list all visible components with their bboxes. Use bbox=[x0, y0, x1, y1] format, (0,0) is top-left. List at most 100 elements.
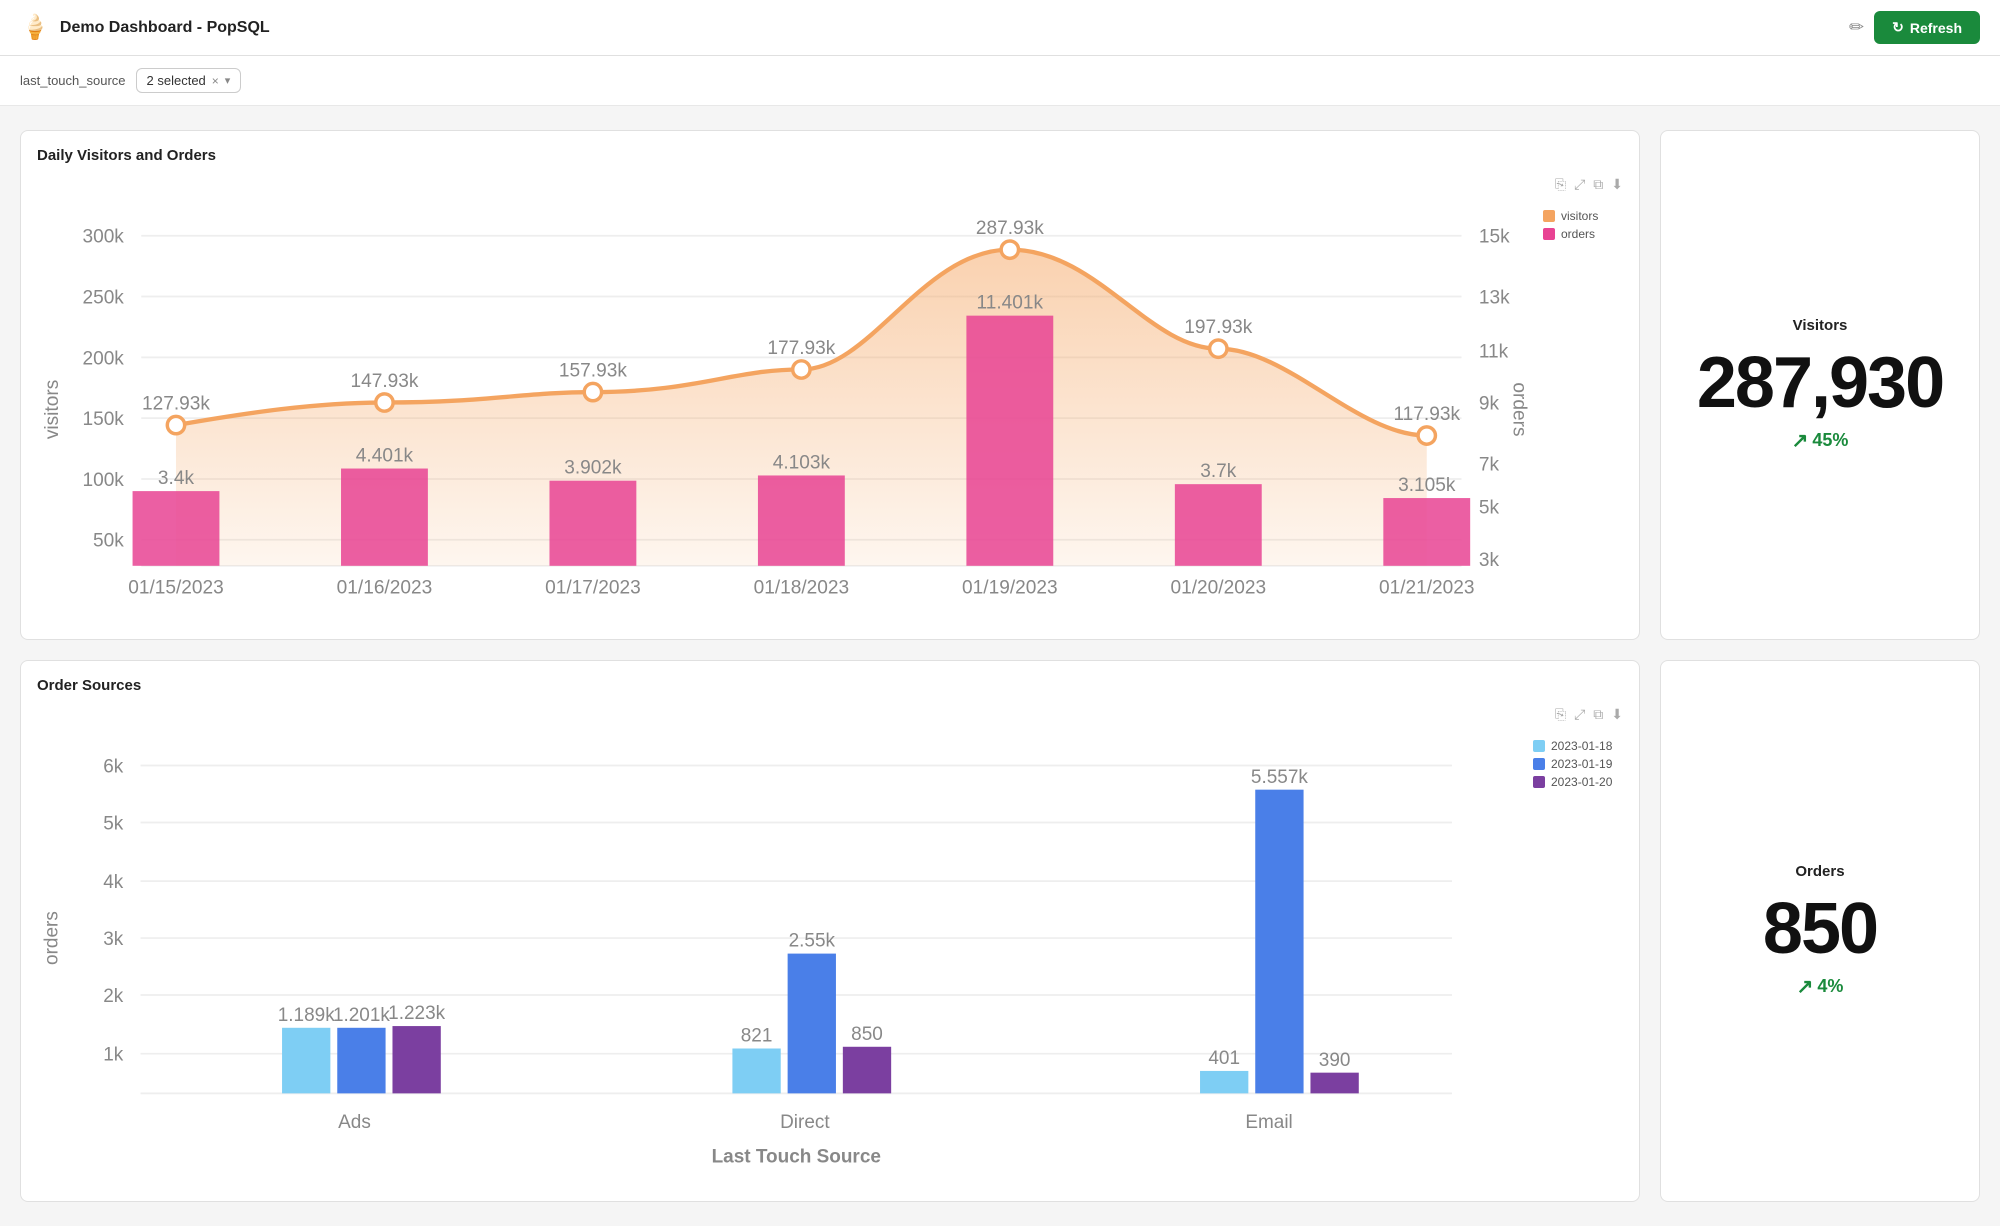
orders-change-value: 4% bbox=[1817, 976, 1843, 997]
refresh-label: Refresh bbox=[1910, 20, 1962, 36]
ads-bar-2 bbox=[337, 1028, 385, 1094]
filter-tag[interactable]: 2 selected × ▾ bbox=[136, 68, 242, 93]
visitors-metric-title: Visitors bbox=[1793, 317, 1848, 334]
visitors-chart-title: Daily Visitors and Orders bbox=[37, 147, 1623, 164]
legend-dot-2023-01-20 bbox=[1533, 776, 1545, 788]
order-sources-chart-area: ⎘ ⤢ ⧉ ⬇ bbox=[37, 706, 1623, 1185]
svg-text:3.4k: 3.4k bbox=[158, 468, 195, 489]
direct-bar-3 bbox=[843, 1047, 891, 1094]
svg-text:9k: 9k bbox=[1479, 393, 1500, 414]
filter-label: last_touch_source bbox=[20, 73, 126, 88]
refresh-button[interactable]: ↻ Refresh bbox=[1874, 11, 1980, 44]
svg-text:4k: 4k bbox=[103, 872, 124, 893]
legend-dot-visitors bbox=[1543, 210, 1555, 222]
order-sources-chart-toolbar: ⎘ ⤢ ⧉ ⬇ bbox=[37, 706, 1623, 723]
svg-text:5k: 5k bbox=[1479, 498, 1500, 519]
svg-text:Last Touch Source: Last Touch Source bbox=[712, 1146, 881, 1167]
email-bar-3 bbox=[1310, 1073, 1358, 1094]
orders-bar-4 bbox=[758, 475, 845, 565]
direct-bar-2 bbox=[788, 954, 836, 1094]
svg-text:300k: 300k bbox=[82, 227, 124, 248]
svg-text:401: 401 bbox=[1208, 1048, 1240, 1069]
order-sources-legend: 2023-01-18 2023-01-19 2023-01-20 bbox=[1533, 731, 1623, 1185]
orders-metric-value: 850 bbox=[1763, 888, 1877, 970]
svg-text:orders: orders bbox=[42, 911, 63, 965]
order-sources-chart-card: Order Sources ⎘ ⤢ ⧉ ⬇ bbox=[20, 660, 1640, 1202]
legend-2023-01-20: 2023-01-20 bbox=[1533, 775, 1623, 789]
download-icon-2[interactable]: ⬇ bbox=[1611, 706, 1623, 723]
svg-text:117.93k: 117.93k bbox=[1393, 404, 1460, 425]
orders-metric-title: Orders bbox=[1795, 863, 1844, 880]
orders-bar-3 bbox=[549, 481, 636, 566]
vis-dot-7 bbox=[1418, 427, 1435, 444]
ads-bar-1 bbox=[282, 1028, 330, 1094]
app-title: Demo Dashboard - PopSQL bbox=[60, 19, 270, 37]
svg-text:01/20/2023: 01/20/2023 bbox=[1171, 578, 1267, 599]
svg-text:3.902k: 3.902k bbox=[564, 458, 622, 479]
svg-text:Ads: Ads bbox=[338, 1112, 371, 1133]
orders-metric-change: ↗ 4% bbox=[1797, 974, 1844, 999]
legend-label-2023-01-19: 2023-01-19 bbox=[1551, 757, 1612, 771]
legend-orders: orders bbox=[1543, 227, 1623, 241]
order-sources-svg: 6k 5k 4k 3k 2k 1k orders bbox=[37, 731, 1521, 1180]
svg-text:01/16/2023: 01/16/2023 bbox=[337, 578, 433, 599]
visitors-change-value: 45% bbox=[1812, 430, 1848, 451]
svg-text:3.105k: 3.105k bbox=[1398, 475, 1456, 496]
legend-dot-2023-01-19 bbox=[1533, 758, 1545, 770]
vis-dot-4 bbox=[793, 361, 810, 378]
legend-visitors: visitors bbox=[1543, 209, 1623, 223]
svg-text:11.401k: 11.401k bbox=[977, 293, 1044, 314]
filter-bar: last_touch_source 2 selected × ▾ bbox=[0, 56, 2000, 106]
svg-text:1.189k: 1.189k bbox=[278, 1005, 335, 1026]
main-content: Daily Visitors and Orders ⎘ ⤢ ⧉ ⬇ bbox=[0, 106, 2000, 1226]
vis-dot-1 bbox=[167, 416, 184, 433]
svg-text:1.223k: 1.223k bbox=[388, 1003, 445, 1024]
svg-text:2.55k: 2.55k bbox=[789, 931, 836, 952]
svg-text:Email: Email bbox=[1245, 1112, 1292, 1133]
selected-label: 2 selected bbox=[147, 73, 206, 88]
svg-text:200k: 200k bbox=[82, 348, 124, 369]
expand-icon[interactable]: ⤢ bbox=[1574, 176, 1585, 193]
svg-text:1k: 1k bbox=[103, 1045, 124, 1066]
expand-icon-2[interactable]: ⤢ bbox=[1574, 706, 1585, 723]
copy-icon[interactable]: ⎘ bbox=[1555, 176, 1566, 193]
visitors-metric-card: Visitors 287,930 ↗ 45% bbox=[1660, 130, 1980, 640]
vis-dot-5 bbox=[1001, 241, 1018, 258]
vis-dot-3 bbox=[584, 383, 601, 400]
svg-text:01/21/2023: 01/21/2023 bbox=[1379, 578, 1475, 599]
svg-text:5.557k: 5.557k bbox=[1251, 767, 1308, 788]
legend-2023-01-19: 2023-01-19 bbox=[1533, 757, 1623, 771]
row-orders: Order Sources ⎘ ⤢ ⧉ ⬇ bbox=[20, 660, 1980, 1202]
svg-text:250k: 250k bbox=[82, 287, 124, 308]
layout-icon-2[interactable]: ⧉ bbox=[1593, 706, 1603, 723]
svg-text:177.93k: 177.93k bbox=[767, 338, 835, 359]
visitors-metric-change: ↗ 45% bbox=[1792, 428, 1849, 453]
svg-text:3k: 3k bbox=[103, 929, 124, 950]
ads-bar-3 bbox=[392, 1026, 440, 1093]
edit-icon[interactable]: ✏ bbox=[1849, 17, 1864, 38]
download-icon[interactable]: ⬇ bbox=[1611, 176, 1623, 193]
svg-text:Direct: Direct bbox=[780, 1112, 830, 1133]
svg-text:4.103k: 4.103k bbox=[773, 453, 831, 474]
svg-text:3k: 3k bbox=[1479, 550, 1500, 571]
order-sources-chart-title: Order Sources bbox=[37, 677, 1623, 694]
trend-up-icon: ↗ bbox=[1792, 428, 1809, 453]
svg-text:127.93k: 127.93k bbox=[142, 393, 210, 414]
row-visitors: Daily Visitors and Orders ⎘ ⤢ ⧉ ⬇ bbox=[20, 130, 1980, 640]
svg-text:50k: 50k bbox=[93, 531, 124, 552]
svg-text:3.7k: 3.7k bbox=[1200, 461, 1237, 482]
layout-icon[interactable]: ⧉ bbox=[1593, 176, 1603, 193]
legend-label-2023-01-18: 2023-01-18 bbox=[1551, 739, 1612, 753]
svg-text:2k: 2k bbox=[103, 986, 124, 1007]
visitors-metric-value: 287,930 bbox=[1697, 342, 1943, 424]
svg-text:01/18/2023: 01/18/2023 bbox=[754, 578, 850, 599]
svg-text:147.93k: 147.93k bbox=[350, 371, 418, 392]
svg-text:orders: orders bbox=[1509, 382, 1530, 436]
chevron-down-icon[interactable]: ▾ bbox=[225, 74, 231, 87]
svg-text:197.93k: 197.93k bbox=[1184, 317, 1252, 338]
visitors-chart-card: Daily Visitors and Orders ⎘ ⤢ ⧉ ⬇ bbox=[20, 130, 1640, 640]
clear-filter-icon[interactable]: × bbox=[212, 74, 219, 88]
svg-text:5k: 5k bbox=[103, 813, 124, 834]
copy-icon-2[interactable]: ⎘ bbox=[1555, 706, 1566, 723]
chart-toolbar: ⎘ ⤢ ⧉ ⬇ bbox=[37, 176, 1623, 193]
